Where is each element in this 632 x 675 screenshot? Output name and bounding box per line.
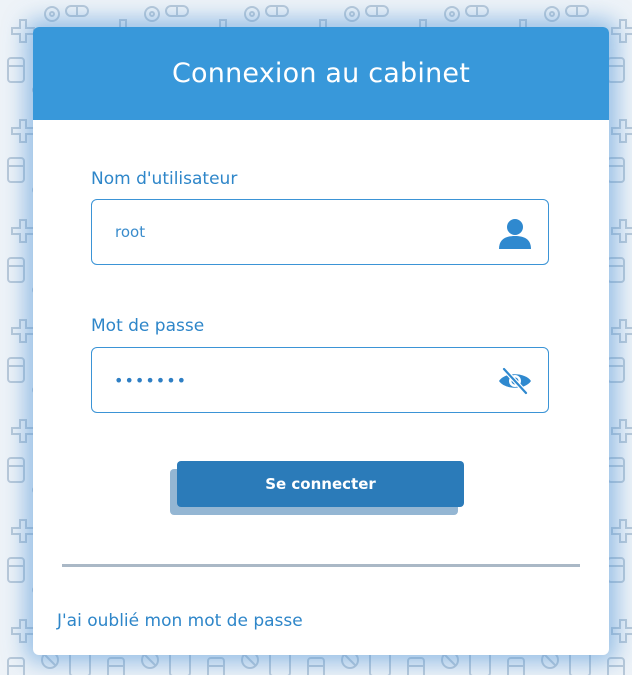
page-title: Connexion au cabinet [171, 58, 470, 89]
divider [62, 564, 580, 567]
forgot-password-link[interactable]: J'ai oublié mon mot de passe [57, 611, 303, 631]
user-icon [499, 219, 531, 249]
username-value[interactable]: root [115, 200, 145, 264]
eye-slash-icon[interactable] [497, 363, 533, 399]
username-label: Nom d'utilisateur [91, 169, 238, 189]
username-field[interactable]: root [91, 199, 549, 265]
password-label: Mot de passe [91, 316, 205, 336]
login-button[interactable]: Se connecter [177, 461, 464, 507]
password-field[interactable]: ••••••• [91, 347, 549, 413]
card-header: Connexion au cabinet [33, 27, 609, 120]
login-button-wrapper: Se connecter [170, 461, 464, 515]
login-card: Connexion au cabinet Nom d'utilisateur r… [33, 27, 609, 655]
password-value[interactable]: ••••••• [114, 348, 187, 412]
